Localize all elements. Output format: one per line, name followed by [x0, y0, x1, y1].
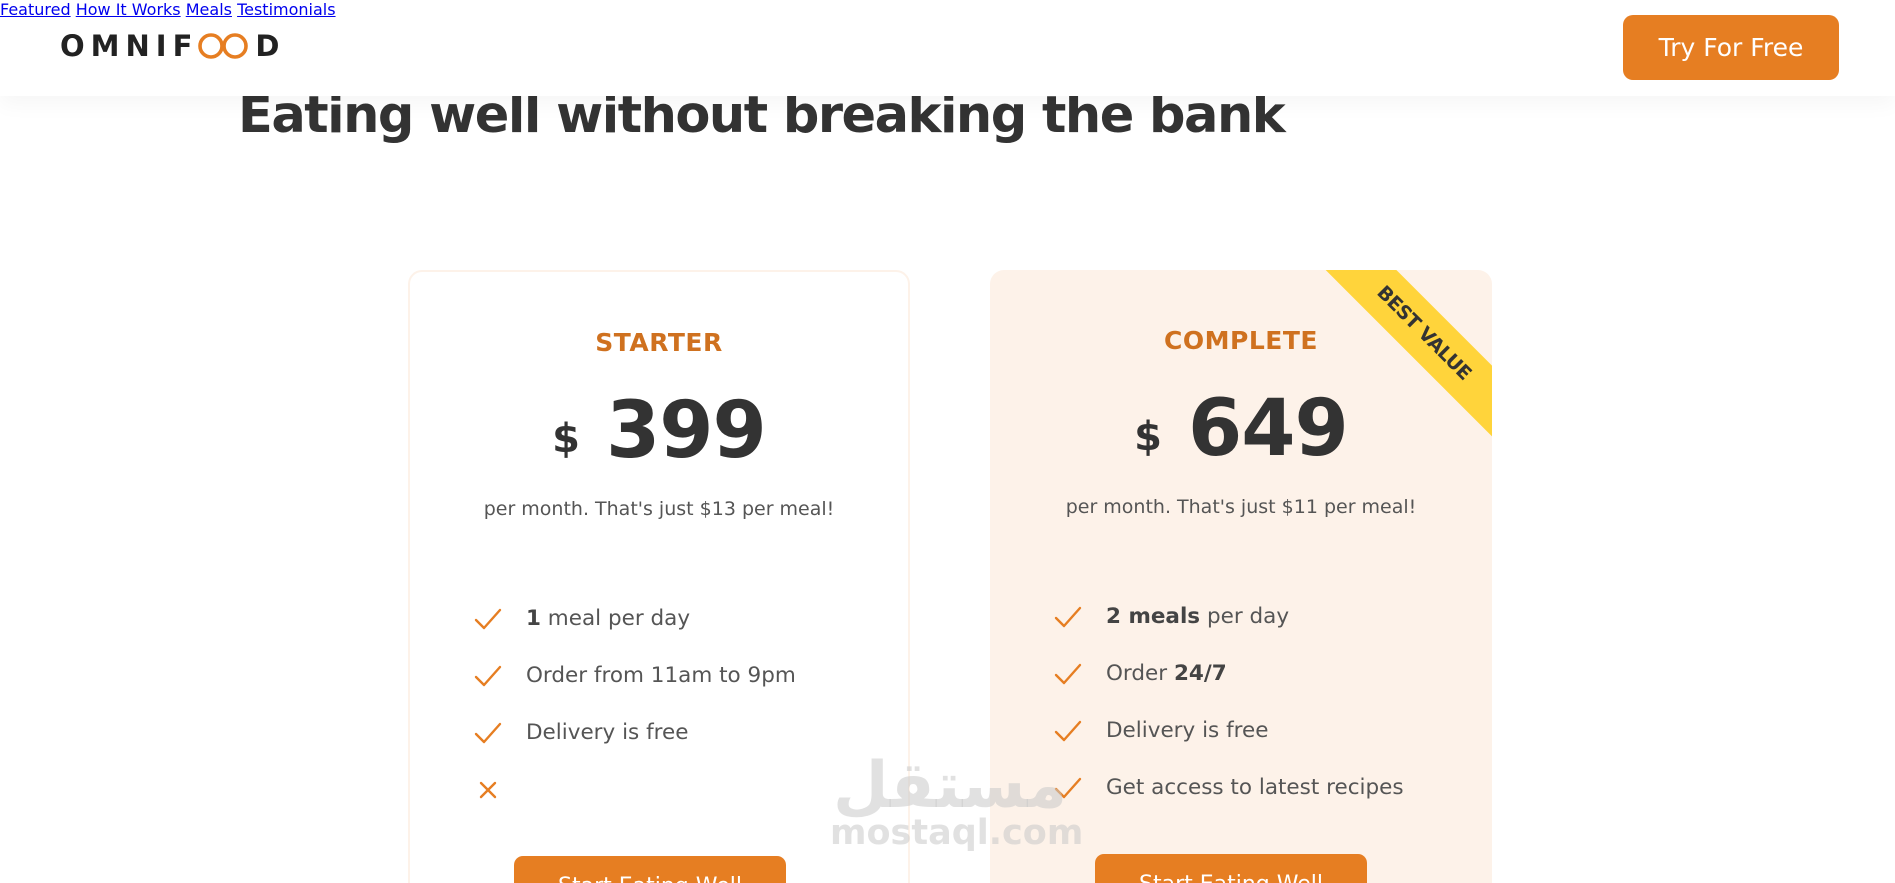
price-amount: 399	[606, 386, 767, 476]
price-amount: 649	[1188, 384, 1349, 474]
nav-featured[interactable]: Featured	[0, 0, 71, 19]
checkmark-icon	[474, 722, 502, 743]
checkmark-icon	[474, 608, 502, 629]
feature-list: 2 meals per day Order 24/7 Delivery is f…	[1052, 588, 1404, 816]
nav-how-it-works[interactable]: How It Works	[76, 0, 181, 19]
feature-item: Delivery is free	[472, 704, 796, 761]
close-icon	[479, 781, 497, 798]
start-eating-well-button[interactable]: Start Eating Well	[1095, 854, 1367, 883]
feature-item: Order from 11am to 9pm	[472, 647, 796, 704]
infinity-icon	[198, 33, 249, 59]
nav-testimonials[interactable]: Testimonials	[237, 0, 336, 19]
nav-meals[interactable]: Meals	[186, 0, 232, 19]
feature-item: Get access to latest recipes	[1052, 759, 1404, 816]
site-header: OMNIF D Featured How It Works Meals Test…	[0, 0, 1895, 96]
logo-text-left: OMNIF	[60, 29, 199, 63]
feature-item: 2 meals per day	[1052, 588, 1404, 645]
feature-item: 1 meal per day	[472, 590, 796, 647]
plan-name: STARTER	[595, 328, 723, 357]
watermark: مستقل mostaql.com	[830, 749, 1084, 853]
feature-bold: 1	[526, 606, 541, 631]
feature-item	[472, 761, 796, 818]
watermark-latin: mostaql.com	[830, 813, 1084, 853]
checkmark-icon	[1054, 720, 1082, 741]
feature-text: Order	[1106, 661, 1174, 686]
feature-text: per day	[1200, 604, 1290, 629]
feature-bold: 24/7	[1173, 661, 1227, 686]
logo[interactable]: OMNIF D	[60, 28, 285, 64]
feature-text: Delivery is free	[526, 720, 689, 745]
start-eating-well-button[interactable]: Start Eating Well	[514, 856, 786, 883]
logo-text-right: D	[255, 29, 286, 63]
try-for-free-button[interactable]: Try For Free	[1623, 15, 1839, 80]
watermark-arabic: مستقل	[832, 749, 1068, 823]
checkmark-icon	[474, 665, 502, 686]
main-nav: Featured How It Works Meals Testimonials	[0, 0, 1895, 19]
feature-item: Order 24/7	[1052, 645, 1404, 702]
price: $ 649	[990, 390, 1492, 468]
feature-text: meal per day	[540, 606, 691, 631]
feature-item: Delivery is free	[1052, 702, 1404, 759]
feature-text: Delivery is free	[1106, 718, 1269, 743]
checkmark-icon	[1054, 663, 1082, 684]
price: $ 399	[410, 392, 908, 470]
feature-bold: 2 meals	[1106, 604, 1201, 629]
currency-symbol: $	[552, 416, 580, 462]
feature-text: Get access to latest recipes	[1106, 775, 1404, 800]
feature-text: Order from 11am to 9pm	[526, 663, 796, 688]
plan-name: COMPLETE	[1164, 326, 1318, 355]
price-note: per month. That's just $13 per meal!	[483, 498, 835, 520]
price-note: per month. That's just $11 per meal!	[1065, 496, 1417, 518]
feature-list: 1 meal per day Order from 11am to 9pm De…	[472, 590, 796, 818]
currency-symbol: $	[1134, 414, 1162, 460]
checkmark-icon	[1054, 606, 1082, 627]
